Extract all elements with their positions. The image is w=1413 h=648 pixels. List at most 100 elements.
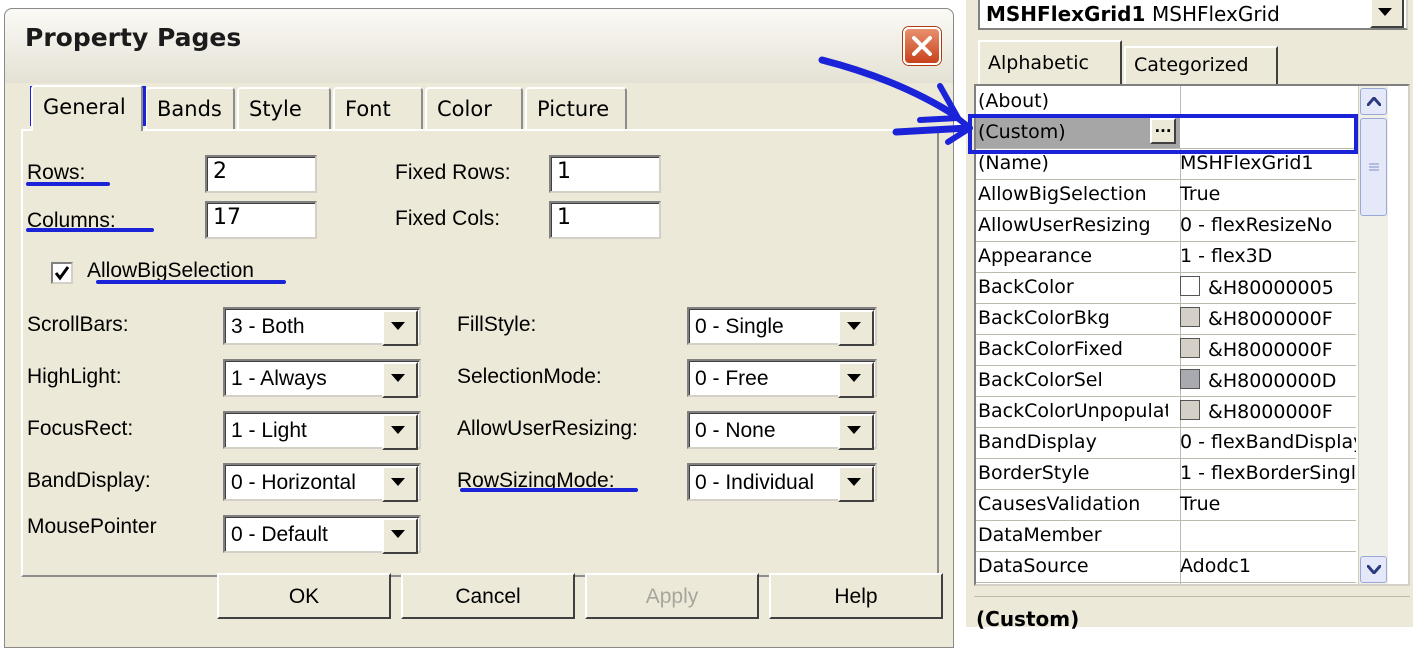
property-value[interactable]: True (1180, 183, 1356, 205)
rowsizingmode-select[interactable]: 0 - Individual (687, 463, 877, 502)
property-name: BackColorBkg (978, 307, 1110, 329)
rows-input[interactable]: 2 (205, 155, 317, 193)
property-value[interactable]: 0 - flexResizeNo (1180, 214, 1356, 236)
tab-alphabetic[interactable]: Alphabetic (978, 40, 1122, 84)
dropdown-button[interactable] (838, 310, 874, 346)
property-name: BorderStyle (978, 462, 1090, 484)
tab-font[interactable]: Font (333, 87, 423, 131)
chevron-down-icon (1367, 565, 1381, 574)
focusrect-select[interactable]: 1 - Light (223, 411, 421, 450)
property-row[interactable]: BackColor &H80000005 (976, 272, 1356, 304)
property-row[interactable]: BackColorFixed &H8000000F (976, 334, 1356, 366)
scroll-up-button[interactable] (1360, 88, 1387, 115)
scroll-down-button[interactable] (1360, 556, 1387, 583)
tab-general[interactable]: General (31, 85, 143, 131)
dropdown-button[interactable] (838, 466, 874, 502)
property-value-text: &H8000000F (1208, 339, 1333, 361)
tab-bands[interactable]: Bands (145, 87, 235, 131)
chevron-down-icon (391, 530, 405, 538)
property-value[interactable]: 0 - flexBandDisplay (1180, 431, 1356, 453)
dropdown-button[interactable] (382, 518, 418, 554)
apply-button[interactable]: Apply (585, 573, 759, 619)
property-value[interactable]: &H8000000F (1180, 338, 1356, 361)
property-value[interactable]: 1 - flex3D (1180, 245, 1356, 267)
banddisplay-label: BandDisplay: (27, 469, 151, 492)
chevron-down-icon (391, 426, 405, 434)
selectionmode-select[interactable]: 0 - Free (687, 359, 877, 398)
property-row[interactable]: BackColorUnpopulated&H8000000F (976, 396, 1356, 428)
dropdown-button[interactable] (838, 362, 874, 398)
fixed-rows-input[interactable]: 1 (549, 155, 661, 193)
columns-input[interactable]: 17 (205, 201, 317, 239)
annotation-underline-columns (26, 228, 154, 232)
chevron-down-icon (847, 322, 861, 330)
tab-color[interactable]: Color (425, 87, 523, 131)
selectionmode-value: 0 - Free (695, 367, 769, 390)
property-value-text: &H80000005 (1208, 277, 1334, 299)
chevron-down-icon (847, 478, 861, 486)
tab-categorized[interactable]: Categorized (1124, 46, 1278, 84)
mousepointer-select[interactable]: 0 - Default (223, 515, 421, 554)
tab-style[interactable]: Style (237, 87, 331, 131)
fixed-cols-input[interactable]: 1 (549, 201, 661, 239)
object-type: MSHFlexGrid (1152, 2, 1280, 26)
dropdown-button[interactable] (382, 310, 418, 346)
property-value[interactable]: Adodc1 (1180, 555, 1356, 577)
property-row[interactable]: AllowBigSelection True (976, 179, 1356, 211)
property-row[interactable]: BackColorBkg &H8000000F (976, 303, 1356, 335)
banddisplay-value: 0 - Horizontal (231, 471, 356, 494)
annotation-underline-rowsizingmode (460, 488, 638, 492)
property-name: BandDisplay (978, 431, 1097, 453)
help-button[interactable]: Help (769, 573, 943, 619)
chevron-down-icon (847, 374, 861, 382)
property-value[interactable]: &H8000000D (1180, 369, 1356, 392)
property-row[interactable]: Appearance 1 - flex3D (976, 241, 1356, 273)
tab-picture[interactable]: Picture (525, 87, 627, 131)
property-row[interactable]: DataMember (976, 520, 1356, 552)
property-value[interactable]: 1 - flexBorderSingle (1180, 462, 1356, 484)
property-row[interactable]: BandDisplay 0 - flexBandDisplay (976, 427, 1356, 459)
property-value[interactable]: &H8000000F (1180, 307, 1356, 330)
dropdown-button[interactable] (382, 414, 418, 450)
tab-font-label: Font (345, 97, 391, 121)
property-row[interactable]: AllowUserResizing 0 - flexResizeNo (976, 210, 1356, 242)
dropdown-button[interactable] (838, 414, 874, 450)
annotation-arrows (818, 56, 973, 145)
checkmark-icon (54, 266, 70, 281)
scrollbars-label: ScrollBars: (27, 313, 129, 336)
scroll-thumb[interactable] (1360, 118, 1387, 216)
grip-icon (1369, 163, 1379, 171)
highlight-select[interactable]: 1 - Always (223, 359, 421, 398)
vertical-scrollbar[interactable] (1358, 86, 1388, 584)
property-name: DataMember (978, 524, 1102, 546)
dropdown-button[interactable] (1370, 0, 1404, 28)
property-value[interactable]: MSHFlexGrid1 (1180, 152, 1356, 174)
property-row[interactable]: BorderStyle 1 - flexBorderSingle (976, 458, 1356, 490)
property-row[interactable]: BackColorSel &H8000000D (976, 365, 1356, 397)
allowuserresizing-select[interactable]: 0 - None (687, 411, 877, 450)
annotation-underline-rows (26, 182, 110, 186)
property-value[interactable]: True (1180, 493, 1356, 515)
property-name: BackColorSel (978, 369, 1103, 391)
ok-button[interactable]: OK (217, 573, 391, 619)
allow-big-selection-checkbox[interactable] (51, 262, 73, 284)
fillstyle-select[interactable]: 0 - Single (687, 307, 877, 346)
description-title: (Custom) (976, 607, 1080, 631)
property-value[interactable]: &H80000005 (1180, 276, 1356, 299)
color-swatch (1180, 400, 1200, 420)
highlight-label: HighLight: (27, 365, 122, 388)
cancel-button[interactable]: Cancel (401, 573, 575, 619)
scrollbars-select[interactable]: 3 - Both (223, 307, 421, 346)
property-row[interactable]: DataSource Adodc1 (976, 551, 1356, 583)
focusrect-value: 1 - Light (231, 419, 307, 442)
color-swatch (1180, 276, 1200, 296)
banddisplay-select[interactable]: 0 - Horizontal (223, 463, 421, 502)
dropdown-button[interactable] (382, 362, 418, 398)
object-selector[interactable]: MSHFlexGrid1 MSHFlexGrid (978, 0, 1408, 30)
dropdown-button[interactable] (382, 466, 418, 502)
property-value[interactable]: &H8000000F (1180, 400, 1356, 423)
property-row[interactable]: CausesValidation True (976, 489, 1356, 521)
property-name: AllowUserResizing (978, 214, 1151, 236)
property-name: BackColorUnpopulated (978, 400, 1168, 422)
property-name: BackColorFixed (978, 338, 1123, 360)
